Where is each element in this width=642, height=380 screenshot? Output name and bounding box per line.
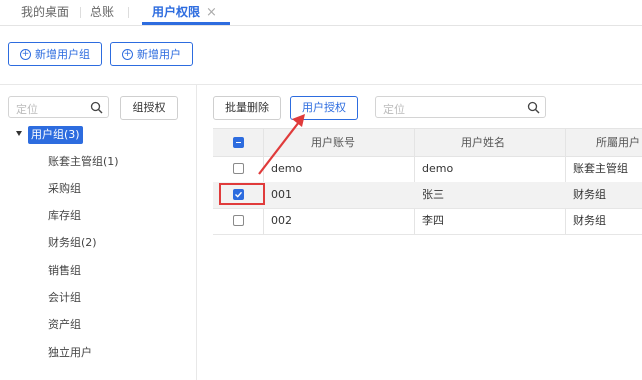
annotation-arrow-icon — [258, 114, 305, 175]
